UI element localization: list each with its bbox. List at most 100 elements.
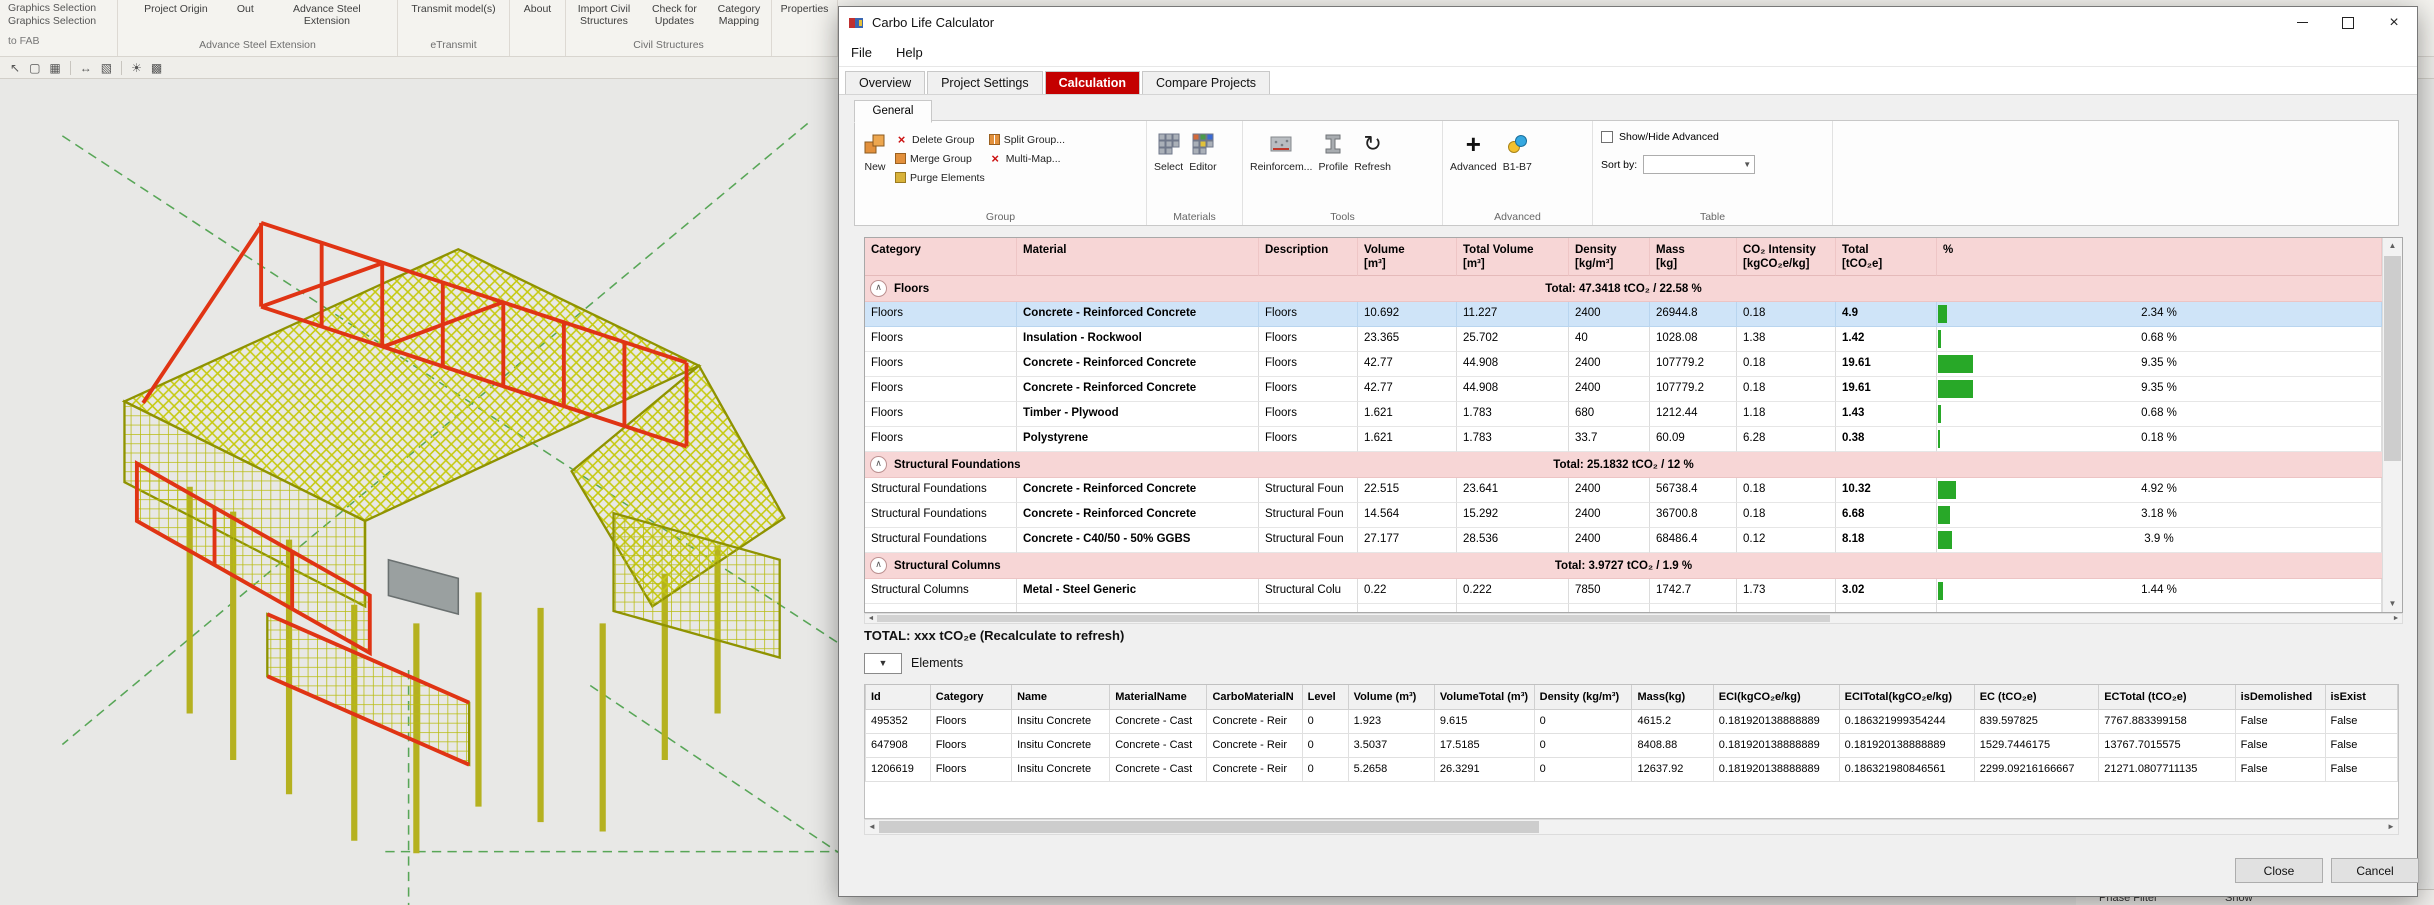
multi-map-button[interactable]: ×Multi-Map... xyxy=(989,151,1065,166)
ribbon-item[interactable]: Properties xyxy=(778,3,832,15)
cancel-button[interactable]: Cancel xyxy=(2331,858,2419,883)
column-header[interactable]: Material xyxy=(1017,238,1259,276)
elements-column-header[interactable]: ECTotal (tCO₂e) xyxy=(2099,685,2235,709)
b1-b7-button[interactable]: B1-B7 xyxy=(1500,125,1535,177)
title-bar[interactable]: Carbo Life Calculator × xyxy=(839,7,2417,38)
material-row[interactable]: Structural FoundationsConcrete - Reinfor… xyxy=(865,478,2382,503)
material-row[interactable]: FloorsPolystyreneFloors1.6211.78333.760.… xyxy=(865,427,2382,452)
column-header[interactable]: Mass[kg] xyxy=(1650,238,1737,276)
tab-overview[interactable]: Overview xyxy=(845,71,925,94)
ribbon-item[interactable]: Check for Updates xyxy=(642,3,707,27)
column-header[interactable]: Total[tCO₂e] xyxy=(1836,238,1937,276)
element-row[interactable]: 1206619FloorsInsitu ConcreteConcrete - C… xyxy=(866,757,2398,781)
ribbon-item[interactable]: Out xyxy=(234,3,257,15)
element-row[interactable]: 495352FloorsInsitu ConcreteConcrete - Ca… xyxy=(866,709,2398,733)
elements-column-header[interactable]: VolumeTotal (m³) xyxy=(1434,685,1534,709)
minimize-button[interactable] xyxy=(2279,7,2325,38)
scrollbar-thumb[interactable] xyxy=(877,615,1830,622)
elements-dropdown[interactable]: ▼ xyxy=(864,653,902,674)
purge-elements-button[interactable]: Purge Elements xyxy=(895,170,985,185)
elements-column-header[interactable]: Level xyxy=(1302,685,1348,709)
pointer-icon[interactable]: ↖ xyxy=(10,62,20,74)
grid-vertical-scrollbar[interactable]: ▲ ▼ xyxy=(2382,238,2402,612)
material-row[interactable]: FloorsConcrete - Reinforced ConcreteFloo… xyxy=(865,377,2382,402)
elements-column-header[interactable]: isExist xyxy=(2325,685,2398,709)
scroll-right-icon[interactable]: ► xyxy=(2390,614,2402,623)
ribbon-item[interactable]: About xyxy=(521,3,554,15)
advanced-button[interactable]: + Advanced xyxy=(1447,125,1500,177)
scroll-left-icon[interactable]: ◄ xyxy=(865,820,879,834)
close-button[interactable]: Close xyxy=(2235,858,2323,883)
selection-box-icon[interactable]: ▢ xyxy=(29,62,40,74)
elements-horizontal-scrollbar[interactable]: ◄ ► xyxy=(864,819,2399,835)
tab-compare-projects[interactable]: Compare Projects xyxy=(1142,71,1270,94)
reinforcement-button[interactable]: Reinforcem... xyxy=(1247,125,1315,177)
ribbon-item[interactable]: Import Civil Structures xyxy=(566,3,642,27)
column-header[interactable]: CO₂ Intensity[kgCO₂e/kg] xyxy=(1737,238,1836,276)
elements-column-header[interactable]: ECITotal(kgCO₂e/kg) xyxy=(1839,685,1974,709)
elements-column-header[interactable]: MaterialName xyxy=(1110,685,1207,709)
material-row[interactable]: Structural FoundationsConcrete - Reinfor… xyxy=(865,503,2382,528)
render-icon[interactable]: ▩ xyxy=(151,62,162,74)
column-header[interactable]: Description xyxy=(1259,238,1358,276)
show-hide-advanced-checkbox[interactable] xyxy=(1601,131,1613,143)
column-header[interactable]: % xyxy=(1937,238,2382,276)
elements-column-header[interactable]: Id xyxy=(866,685,931,709)
ribbon-item[interactable]: Graphics Selection xyxy=(8,15,109,28)
split-group-button[interactable]: Split Group... xyxy=(989,132,1065,147)
scrollbar-thumb[interactable] xyxy=(879,821,1539,833)
scroll-right-icon[interactable]: ► xyxy=(2384,820,2398,834)
measure-icon[interactable]: ↔ xyxy=(80,62,92,74)
tab-calculation[interactable]: Calculation xyxy=(1045,71,1140,94)
material-row[interactable]: FloorsInsulation - RockwoolFloors23.3652… xyxy=(865,327,2382,352)
elements-column-header[interactable]: Category xyxy=(930,685,1011,709)
column-header[interactable]: Total Volume[m³] xyxy=(1457,238,1569,276)
ribbon-item[interactable]: Category Mapping xyxy=(707,3,771,27)
column-header[interactable]: Density[kg/m³] xyxy=(1569,238,1650,276)
scroll-up-icon[interactable]: ▲ xyxy=(2383,238,2402,254)
maximize-button[interactable] xyxy=(2325,7,2371,38)
ribbon-item[interactable]: Graphics Selection xyxy=(8,2,109,15)
column-header[interactable]: Category xyxy=(865,238,1017,276)
material-row[interactable]: Structural FoundationsConcrete - C40/50 … xyxy=(865,528,2382,553)
close-icon[interactable]: × xyxy=(2371,7,2417,38)
grid-horizontal-scrollbar[interactable]: ◄ ► xyxy=(864,613,2403,624)
merge-group-button[interactable]: Merge Group xyxy=(895,151,985,166)
section-icon[interactable]: ▧ xyxy=(101,62,112,74)
material-row[interactable]: Structural ColumnsMetal - Steel GenericS… xyxy=(865,579,2382,604)
menu-file[interactable]: File xyxy=(851,45,872,60)
scroll-down-icon[interactable]: ▼ xyxy=(2383,596,2402,612)
material-row[interactable]: FloorsConcrete - Reinforced ConcreteFloo… xyxy=(865,302,2382,327)
material-row[interactable]: FloorsTimber - PlywoodFloors1.6211.78368… xyxy=(865,402,2382,427)
sort-by-dropdown[interactable]: ▼ xyxy=(1643,155,1755,174)
elements-column-header[interactable]: Density (kg/m³) xyxy=(1534,685,1632,709)
tab-general[interactable]: General xyxy=(854,100,932,123)
ribbon-item[interactable]: Transmit model(s) xyxy=(408,3,498,15)
select-materials-button[interactable]: Select xyxy=(1151,125,1186,177)
scrollbar-thumb[interactable] xyxy=(2384,256,2401,461)
column-header[interactable]: Volume[m³] xyxy=(1358,238,1457,276)
elements-column-header[interactable]: Mass(kg) xyxy=(1632,685,1713,709)
profile-button[interactable]: Profile xyxy=(1315,125,1351,177)
material-row[interactable]: FloorsConcrete - Reinforced ConcreteFloo… xyxy=(865,352,2382,377)
ribbon-item[interactable]: Project Origin xyxy=(141,3,211,15)
elements-column-header[interactable]: EC (tCO₂e) xyxy=(1974,685,2098,709)
elements-column-header[interactable]: isDemolished xyxy=(2235,685,2325,709)
new-group-button[interactable]: New xyxy=(859,125,891,177)
group-row-floors[interactable]: ∧FloorsTotal: 47.3418 tCO₂ / 22.58 % xyxy=(865,276,2382,302)
elements-column-header[interactable]: CarboMaterialN xyxy=(1207,685,1302,709)
delete-group-button[interactable]: ×Delete Group xyxy=(895,132,985,147)
ribbon-item[interactable]: Advance Steel Extension xyxy=(280,3,374,27)
scroll-left-icon[interactable]: ◄ xyxy=(865,614,877,623)
group-row-structural-columns[interactable]: ∧Structural ColumnsTotal: 3.9727 tCO₂ / … xyxy=(865,553,2382,579)
sun-icon[interactable]: ☀ xyxy=(131,62,142,74)
element-row[interactable]: 647908FloorsInsitu ConcreteConcrete - Ca… xyxy=(866,733,2398,757)
tab-project-settings[interactable]: Project Settings xyxy=(927,71,1043,94)
grid-icon[interactable]: ▦ xyxy=(49,62,60,74)
elements-column-header[interactable]: Name xyxy=(1012,685,1110,709)
elements-column-header[interactable]: Volume (m³) xyxy=(1348,685,1434,709)
group-row-structural-foundations[interactable]: ∧Structural FoundationsTotal: 25.1832 tC… xyxy=(865,452,2382,478)
refresh-button[interactable]: ↻ Refresh xyxy=(1351,125,1394,177)
menu-help[interactable]: Help xyxy=(896,45,923,60)
material-editor-button[interactable]: Editor xyxy=(1186,125,1219,177)
